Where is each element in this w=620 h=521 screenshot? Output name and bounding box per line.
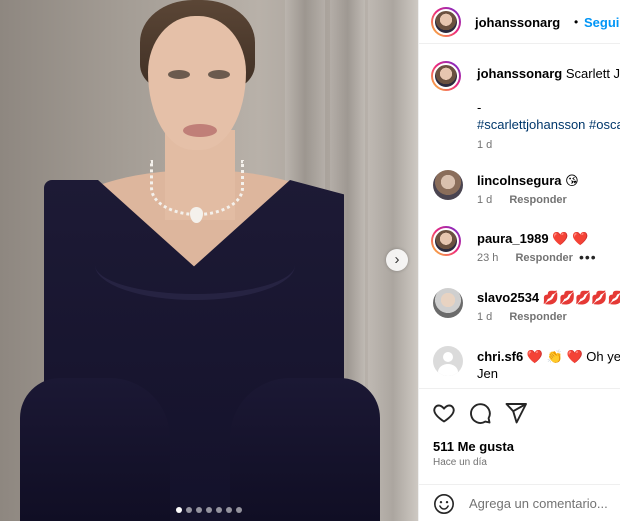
- caption-username[interactable]: johanssonarg: [477, 66, 562, 81]
- commenter-avatar[interactable]: [433, 346, 463, 376]
- author-avatar[interactable]: [431, 7, 461, 37]
- photo-figure: [183, 124, 217, 137]
- photo-glove: [20, 378, 170, 521]
- comment-time: 23 h: [477, 252, 499, 264]
- comment-time: 1 d: [477, 311, 493, 323]
- comment-text: 😘: [565, 173, 579, 188]
- caption-dash: -: [477, 100, 482, 115]
- author-username[interactable]: johanssonarg: [475, 15, 560, 30]
- comment-time: 1 d: [477, 194, 493, 206]
- carousel-dot: [186, 507, 192, 513]
- comment-bubble-icon[interactable]: [468, 401, 492, 425]
- carousel-dot: [176, 507, 182, 513]
- commenter-avatar[interactable]: [433, 170, 463, 200]
- like-heart-icon[interactable]: [432, 401, 456, 425]
- carousel-dot: [236, 507, 242, 513]
- caption-text: Scarlett Johansson en los Oscars 💙: [565, 66, 620, 81]
- comment-username[interactable]: slavo2534: [477, 290, 539, 305]
- comment-username[interactable]: chri.sf6: [477, 349, 523, 364]
- comment-text: ❤️ 👏 ❤️ Oh yes b: [526, 349, 620, 364]
- comment-input[interactable]: Agrega un comentario...: [469, 496, 608, 511]
- post-photo[interactable]: ›: [0, 0, 418, 521]
- add-comment-bar: Agrega un comentario...: [419, 484, 620, 521]
- carousel-next-button[interactable]: ›: [386, 249, 408, 271]
- emoji-icon[interactable]: [433, 493, 455, 515]
- header-separator: •: [574, 15, 579, 29]
- comment-text: ❤️ ❤️: [552, 231, 589, 246]
- post-time-ago: Hace un día: [433, 457, 487, 468]
- follow-button[interactable]: Seguir: [584, 15, 620, 30]
- photo-dress: [95, 230, 295, 300]
- reply-button[interactable]: Responder: [509, 311, 566, 323]
- comment-text: 💋💋💋💋💋: [542, 290, 620, 305]
- share-send-icon[interactable]: [504, 401, 528, 425]
- reply-button[interactable]: Responder: [515, 252, 572, 264]
- caption-time: 1 d: [477, 139, 493, 151]
- carousel-dot: [196, 507, 202, 513]
- photo-figure: [168, 70, 190, 79]
- author-avatar[interactable]: [431, 61, 461, 91]
- comment-text-continued: Jen: [477, 366, 498, 381]
- carousel-dots: [176, 507, 242, 513]
- commenter-avatar[interactable]: [433, 288, 463, 318]
- comment-username[interactable]: lincolnsegura: [477, 173, 562, 188]
- carousel-dot: [216, 507, 222, 513]
- commenter-avatar[interactable]: [431, 226, 461, 256]
- post-header: johanssonarg • Seguir: [419, 0, 620, 44]
- comment-more-options-icon[interactable]: •••: [579, 249, 597, 265]
- post-side-panel: johanssonarg • Seguir johanssonarg Scarl…: [418, 0, 620, 521]
- likes-count[interactable]: 511 Me gusta: [433, 439, 514, 454]
- reply-button[interactable]: Responder: [509, 194, 566, 206]
- comment-username[interactable]: paura_1989: [477, 231, 549, 246]
- photo-figure: [208, 70, 230, 79]
- caption-hashtags[interactable]: #scarlettjohansson #oscars: [477, 116, 620, 133]
- carousel-dot: [206, 507, 212, 513]
- comments-list[interactable]: johanssonarg Scarlett Johansson en los O…: [419, 45, 620, 390]
- carousel-dot: [226, 507, 232, 513]
- photo-glove: [230, 378, 380, 521]
